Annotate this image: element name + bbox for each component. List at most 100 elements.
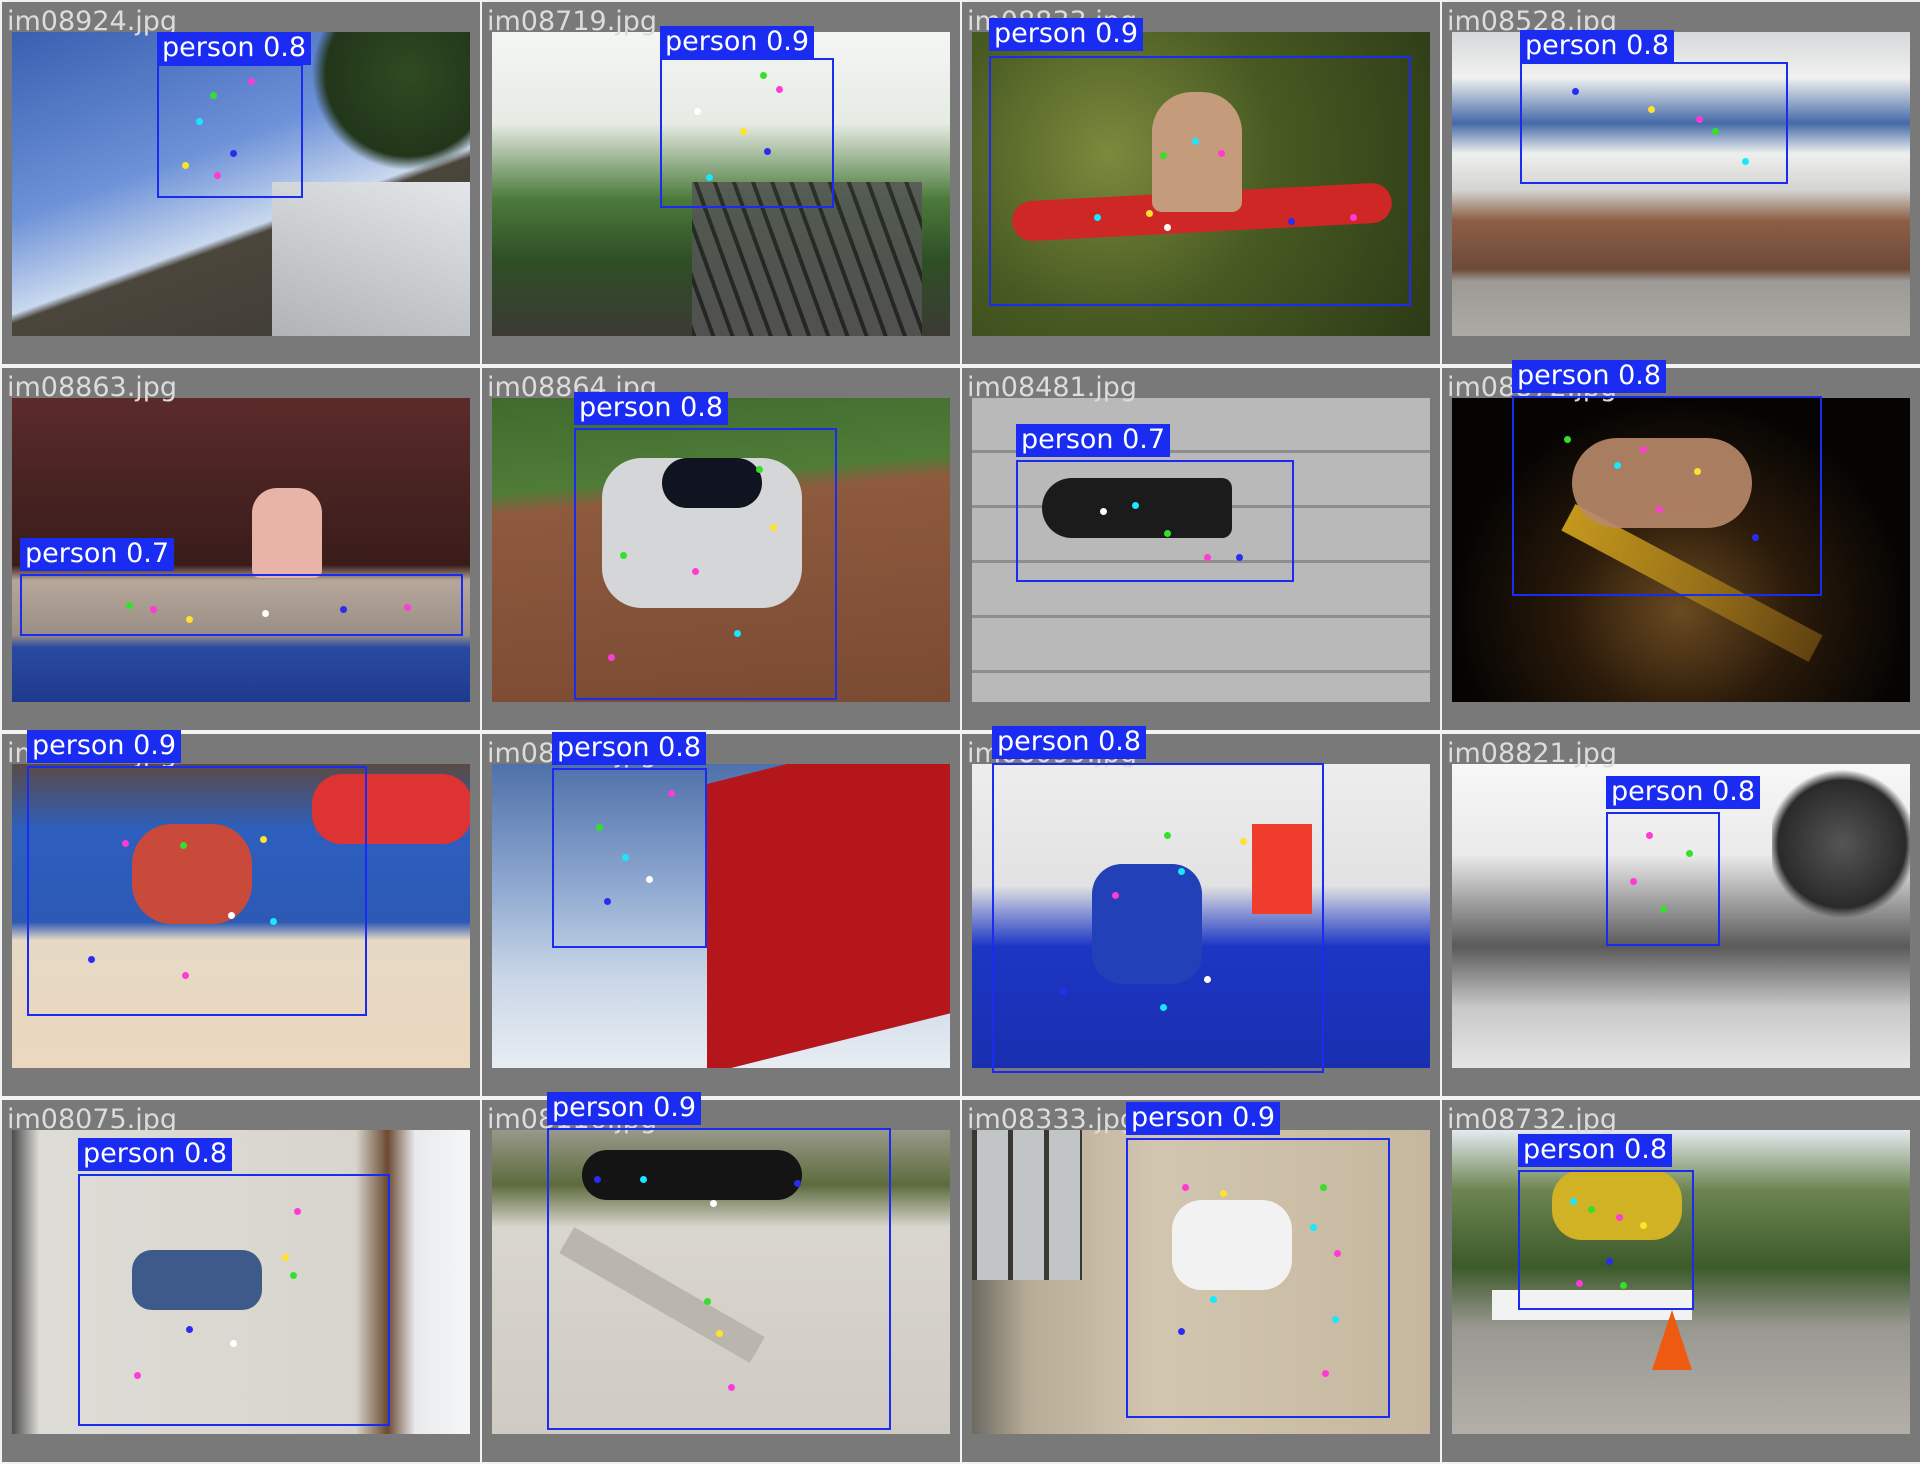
- keypoint: [776, 86, 783, 93]
- keypoint: [1164, 832, 1171, 839]
- keypoint: [1616, 1214, 1623, 1221]
- detection-box: [20, 574, 463, 636]
- detection-box: [547, 1128, 891, 1430]
- keypoint: [1160, 1004, 1167, 1011]
- keypoint: [710, 1200, 717, 1207]
- detection-box: [1016, 460, 1294, 582]
- keypoint: [1620, 1282, 1627, 1289]
- keypoint: [248, 78, 255, 85]
- keypoint: [1648, 106, 1655, 113]
- keypoint: [1182, 1184, 1189, 1191]
- keypoint: [1572, 88, 1579, 95]
- keypoint: [1204, 976, 1211, 983]
- keypoint: [1350, 214, 1357, 221]
- keypoint: [182, 162, 189, 169]
- keypoint: [1218, 150, 1225, 157]
- keypoint: [1240, 838, 1247, 845]
- detection-box: [157, 64, 303, 198]
- keypoint: [1204, 554, 1211, 561]
- detection-label: person 0.8: [157, 32, 312, 65]
- keypoint: [640, 1176, 647, 1183]
- keypoint: [1100, 508, 1107, 515]
- keypoint: [1694, 468, 1701, 475]
- detection-label: person 0.8: [992, 726, 1147, 759]
- file-name: im08863.jpg: [7, 372, 178, 403]
- keypoint: [1164, 530, 1171, 537]
- file-name: im08481.jpg: [967, 372, 1138, 403]
- keypoint: [1320, 1184, 1327, 1191]
- keypoint: [1210, 1296, 1217, 1303]
- detection-label: person 0.9: [989, 18, 1144, 51]
- keypoint: [1660, 906, 1667, 913]
- keypoint: [1570, 1198, 1577, 1205]
- detection-label: person 0.8: [1606, 776, 1761, 809]
- keypoint: [1696, 116, 1703, 123]
- keypoint: [340, 606, 347, 613]
- detection-label: person 0.9: [547, 1092, 702, 1125]
- keypoint: [1236, 554, 1243, 561]
- detection-box: [1606, 812, 1720, 946]
- detection-box: [78, 1174, 390, 1426]
- keypoint: [604, 898, 611, 905]
- keypoint: [704, 1298, 711, 1305]
- keypoint: [1742, 158, 1749, 165]
- file-name: im08821.jpg: [1447, 738, 1618, 769]
- keypoint: [794, 1180, 801, 1187]
- keypoint: [186, 616, 193, 623]
- keypoint: [88, 956, 95, 963]
- keypoint: [1588, 1206, 1595, 1213]
- detection-box: [27, 766, 367, 1016]
- keypoint: [1686, 850, 1693, 857]
- keypoint: [214, 172, 221, 179]
- keypoint: [1576, 1280, 1583, 1287]
- detection-box: [1520, 62, 1788, 184]
- keypoint: [282, 1254, 289, 1261]
- keypoint: [1310, 1224, 1317, 1231]
- keypoint: [270, 918, 277, 925]
- detection-label: person 0.8: [574, 392, 729, 425]
- detection-box: [552, 768, 707, 948]
- keypoint: [1752, 534, 1759, 541]
- keypoint: [1614, 462, 1621, 469]
- keypoint: [706, 174, 713, 181]
- detection-box: [992, 763, 1324, 1073]
- keypoint: [608, 654, 615, 661]
- keypoint: [740, 128, 747, 135]
- keypoint: [150, 606, 157, 613]
- keypoint: [1146, 210, 1153, 217]
- file-name: im08075.jpg: [7, 1104, 178, 1135]
- detection-label: person 0.8: [78, 1138, 233, 1171]
- keypoint: [1332, 1316, 1339, 1323]
- keypoint: [1178, 1328, 1185, 1335]
- keypoint: [290, 1272, 297, 1279]
- keypoint: [186, 1326, 193, 1333]
- keypoint: [1164, 224, 1171, 231]
- keypoint: [228, 912, 235, 919]
- file-name: im08732.jpg: [1447, 1104, 1618, 1135]
- keypoint: [180, 842, 187, 849]
- keypoint: [122, 840, 129, 847]
- detection-label: person 0.9: [660, 26, 815, 59]
- keypoint: [1060, 988, 1067, 995]
- detection-box: [1512, 396, 1822, 596]
- keypoint: [622, 854, 629, 861]
- detection-box: [989, 56, 1411, 306]
- detection-box: [660, 58, 834, 208]
- keypoint: [230, 1340, 237, 1347]
- keypoint: [1606, 1258, 1613, 1265]
- keypoint: [1640, 1222, 1647, 1229]
- keypoint: [404, 604, 411, 611]
- keypoint: [734, 630, 741, 637]
- keypoint: [694, 108, 701, 115]
- detection-label: person 0.8: [1512, 360, 1667, 393]
- keypoint: [294, 1208, 301, 1215]
- keypoint: [1640, 446, 1647, 453]
- keypoint: [668, 790, 675, 797]
- keypoint: [196, 118, 203, 125]
- detection-box: [1126, 1138, 1390, 1418]
- file-name: im08924.jpg: [7, 6, 178, 37]
- detection-label: person 0.9: [1126, 1102, 1281, 1135]
- keypoint: [764, 148, 771, 155]
- keypoint: [126, 602, 133, 609]
- keypoint: [1192, 138, 1199, 145]
